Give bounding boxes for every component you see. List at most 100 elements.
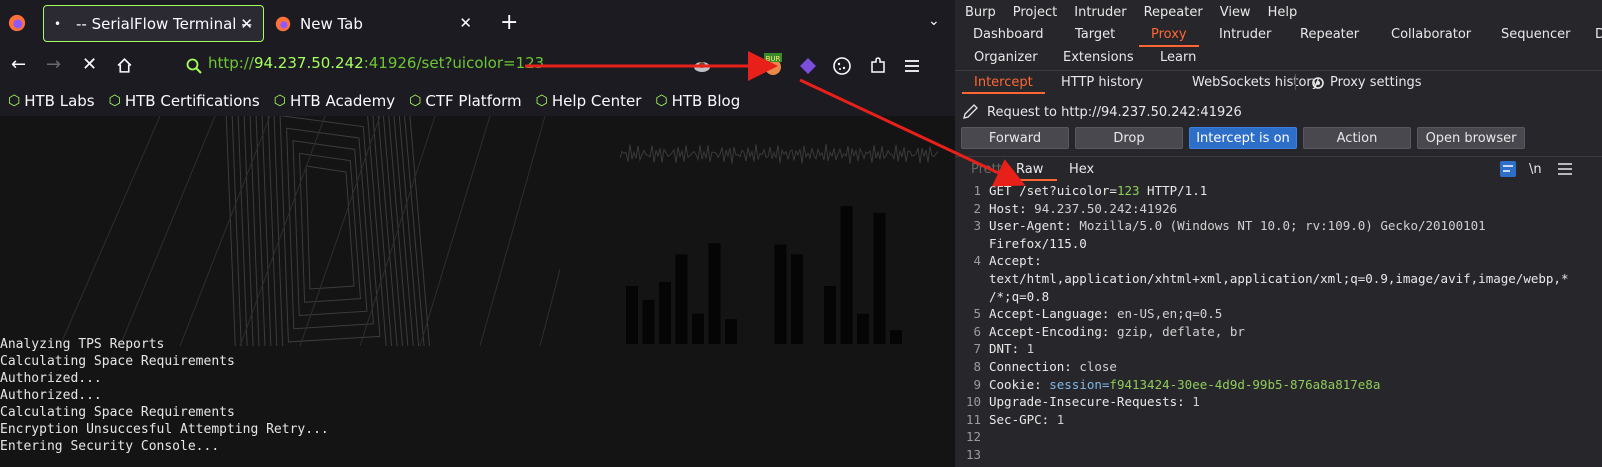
menu-view[interactable]: View	[1220, 5, 1251, 20]
burp-extension-icon[interactable]: BUR	[762, 52, 784, 76]
tab-learn[interactable]: Learn	[1160, 50, 1196, 65]
tab-decoder-partial[interactable]: D	[1595, 27, 1602, 42]
burp-main-tabs: Dashboard Target Proxy Intruder Repeater…	[955, 24, 1602, 70]
forward-button[interactable]: Forward	[961, 127, 1069, 149]
tab-new-tab[interactable]: New Tab ✕	[272, 5, 482, 42]
tab-dashboard[interactable]: Dashboard	[973, 27, 1044, 42]
tab-websockets-history[interactable]: WebSockets history	[1192, 75, 1319, 90]
line-number: 1	[973, 183, 981, 198]
chevron-down-icon[interactable]: ⌄	[928, 13, 940, 29]
extension-diamond-icon[interactable]	[798, 56, 818, 76]
request-line: Accept-Encoding: gzip, deflate, br	[989, 323, 1245, 339]
menu-burp[interactable]: Burp	[965, 5, 996, 20]
show-newlines-toggle[interactable]: \n	[1529, 162, 1542, 177]
bookmark-htb-certifications[interactable]: ⬡ HTB Certifications	[109, 92, 260, 110]
tab-pretty[interactable]: Pretty	[971, 162, 1010, 177]
bookmark-ctf-platform[interactable]: ⬡ CTF Platform	[409, 92, 522, 110]
firefox-menu-icon[interactable]	[8, 14, 26, 32]
tunnel-ray	[59, 116, 161, 346]
intercept-toggle-button[interactable]: Intercept is on	[1189, 127, 1297, 149]
request-line: Connection: close	[989, 359, 1117, 374]
action-button[interactable]: Action	[1303, 127, 1411, 149]
bar	[692, 313, 704, 344]
tunnel-ring	[243, 116, 414, 346]
nav-bar: ← → ✕ http://94.237.50.242:41926/set?uic…	[0, 46, 955, 86]
request-to-label: Request to http://94.237.50.242:41926	[987, 104, 1242, 120]
close-tab-icon[interactable]: ✕	[459, 14, 472, 32]
console-line: Calculating Space Requirements	[0, 405, 235, 420]
open-browser-button[interactable]: Open browser	[1417, 127, 1525, 149]
cube-icon: ⬡	[8, 93, 21, 109]
back-icon[interactable]: ←	[11, 54, 26, 75]
request-line: Accept:	[989, 253, 1042, 269]
hamburger-menu-icon[interactable]	[902, 56, 922, 76]
tunnel-ring	[279, 116, 381, 343]
wrap-lines-icon[interactable]	[1500, 161, 1516, 177]
tab-proxy[interactable]: Proxy	[1139, 27, 1199, 47]
hamburger-menu-icon[interactable]	[1558, 163, 1572, 175]
request-line: /*;q=0.8	[989, 288, 1050, 304]
console-output: Analyzing TPS Reports Calculating Space R…	[0, 336, 329, 455]
menu-project[interactable]: Project	[1013, 5, 1057, 20]
bookmark-htb-academy[interactable]: ⬡ HTB Academy	[274, 92, 395, 110]
bar	[857, 313, 869, 344]
close-tab-icon[interactable]: ✕	[240, 15, 253, 33]
gear-icon	[1312, 76, 1324, 89]
waveform-graphic	[620, 143, 939, 164]
request-target: Request to http://94.237.50.242:41926	[961, 103, 1242, 121]
tab-collaborator[interactable]: Collaborator	[1391, 27, 1471, 42]
tab-intercept[interactable]: Intercept	[962, 75, 1045, 94]
tunnel-ring	[305, 165, 355, 290]
tab-raw[interactable]: Raw	[1001, 162, 1058, 181]
line-number: 9	[973, 376, 981, 392]
console-line: Entering Security Console...	[0, 439, 220, 454]
request-editor[interactable]: 1 GET /set?uicolor=123 HTTP/1.1 2 Host: 94.…	[955, 182, 1602, 467]
tab-extensions[interactable]: Extensions	[1063, 50, 1134, 65]
cube-icon: ⬡	[108, 93, 121, 109]
svg-text:BUR: BUR	[766, 55, 781, 63]
stop-icon[interactable]: ✕	[82, 54, 97, 75]
foxyproxy-icon[interactable]	[692, 56, 712, 76]
tab-intruder[interactable]: Intruder	[1219, 27, 1271, 42]
drop-button[interactable]: Drop	[1075, 127, 1183, 149]
tab-target[interactable]: Target	[1075, 27, 1115, 42]
home-icon[interactable]	[116, 57, 133, 74]
tab-http-history[interactable]: HTTP history	[1061, 75, 1143, 90]
tunnel-ray	[419, 116, 491, 346]
console-line: Authorized...	[0, 371, 102, 386]
line-number: 6	[973, 323, 981, 339]
tab-serialflow[interactable]: • -- SerialFlow Terminal -- ✕	[43, 5, 264, 42]
bar	[659, 281, 671, 344]
address-bar[interactable]: http://94.237.50.242:41926/set?uicolor=1…	[208, 54, 544, 72]
tab-sequencer[interactable]: Sequencer	[1501, 27, 1570, 42]
menu-help[interactable]: Help	[1268, 5, 1298, 20]
request-line: User-Agent: Mozilla/5.0 (Windows NT 10.0…	[989, 218, 1486, 234]
bar	[626, 286, 638, 344]
search-icon	[186, 58, 202, 74]
extensions-puzzle-icon[interactable]	[868, 56, 888, 76]
tab-indicator: •	[54, 16, 62, 31]
bar	[791, 254, 803, 344]
bookmark-label: HTB Labs	[24, 92, 95, 110]
bookmark-htb-labs[interactable]: ⬡ HTB Labs	[8, 92, 95, 110]
proxy-settings-button[interactable]: Proxy settings	[1311, 75, 1422, 90]
cookie-icon[interactable]	[832, 56, 852, 76]
menu-repeater[interactable]: Repeater	[1144, 5, 1203, 20]
new-tab-icon[interactable]: +	[500, 10, 518, 35]
burp-window: Burp Project Intruder Repeater View Help…	[955, 0, 1602, 467]
tunnel-ray	[179, 116, 271, 346]
proxy-settings-label: Proxy settings	[1330, 75, 1422, 90]
bar	[774, 244, 787, 344]
bookmarks-toolbar: ⬡ HTB Labs ⬡ HTB Certifications ⬡ HTB Acade…	[0, 86, 955, 116]
bookmark-help-center[interactable]: ⬡ Help Center	[536, 92, 642, 110]
tab-organizer[interactable]: Organizer	[974, 50, 1038, 65]
tab-repeater[interactable]: Repeater	[1300, 27, 1359, 42]
request-line: Cookie: session=f9413424-30ee-4d9d-99b5-…	[989, 376, 1381, 392]
tab-hex[interactable]: Hex	[1069, 162, 1094, 177]
forward-icon[interactable]: →	[46, 54, 61, 75]
tunnel-graphic	[59, 116, 560, 346]
bookmark-htb-blog[interactable]: ⬡ HTB Blog	[655, 92, 740, 110]
menu-intruder[interactable]: Intruder	[1074, 5, 1126, 20]
request-line: Firefox/115.0	[989, 235, 1087, 251]
tunnel-ray	[119, 116, 216, 346]
